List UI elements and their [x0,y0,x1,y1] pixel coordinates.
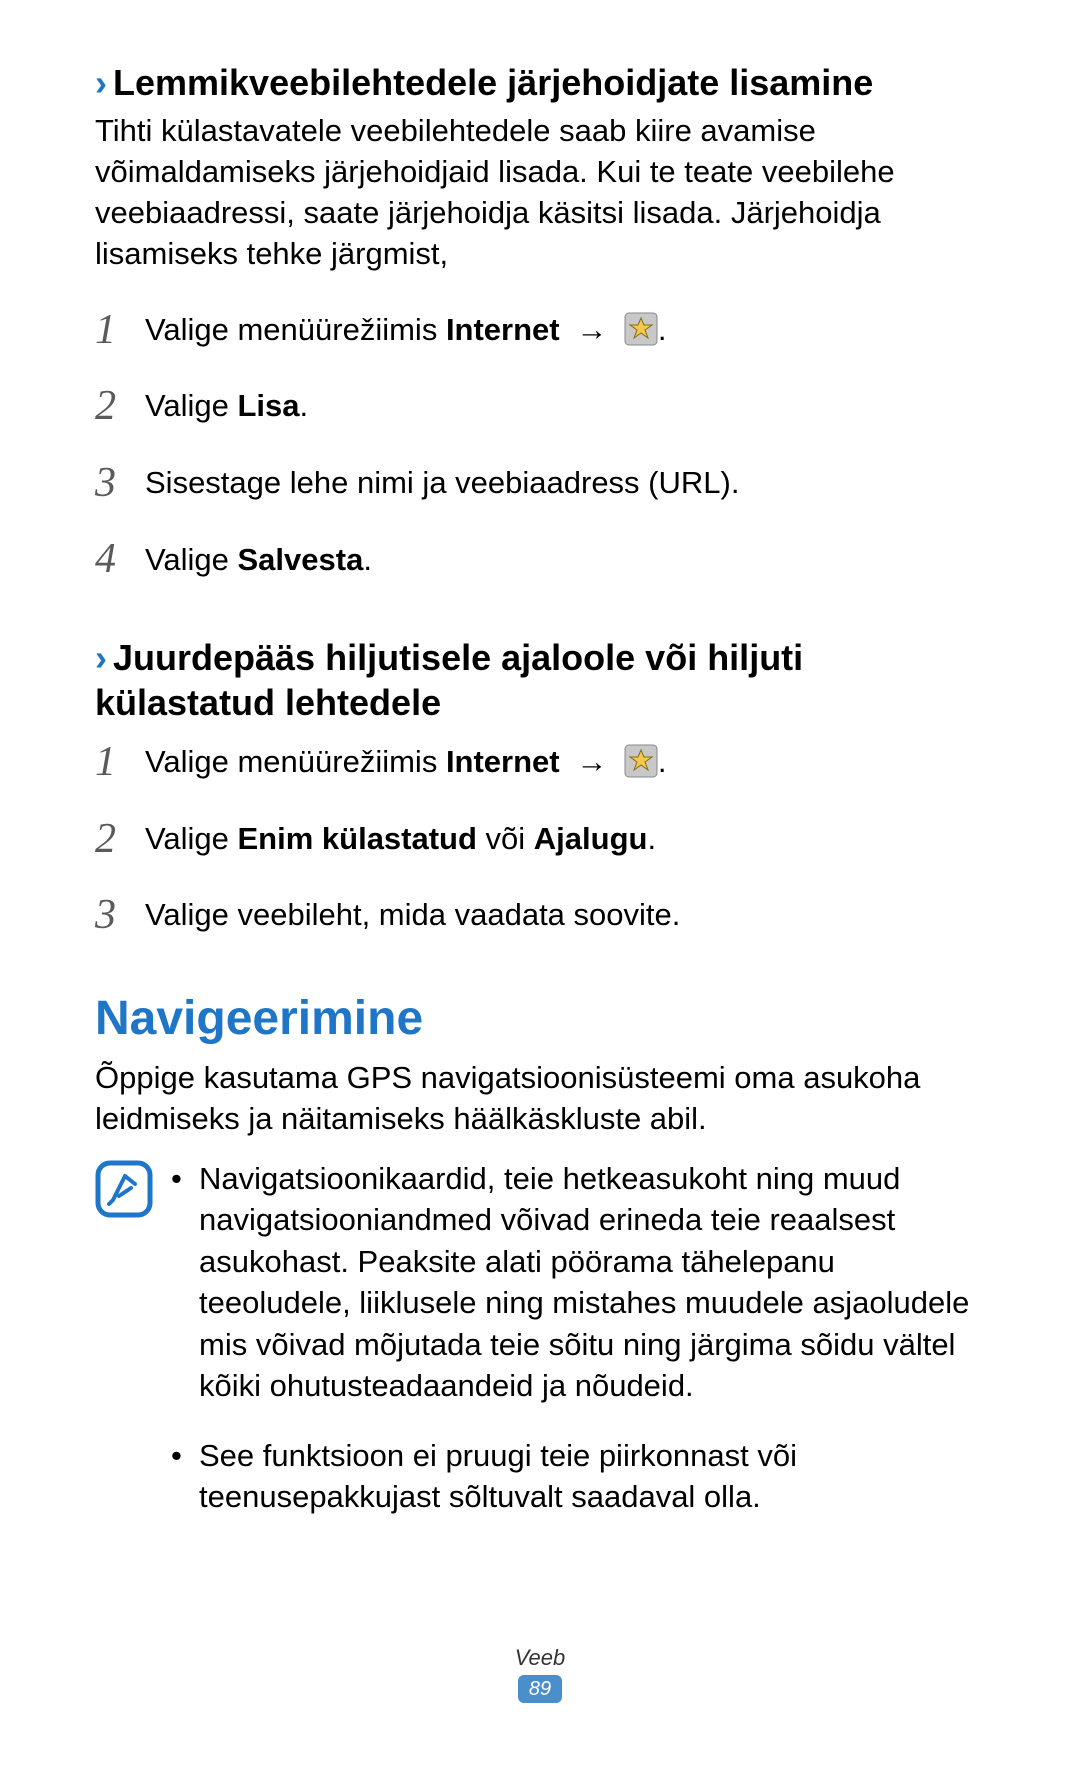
section1-heading-text: Lemmikveebilehtedele järjehoidjate lisam… [113,62,873,103]
step-number: 1 [95,303,145,358]
section1-body: Tihti külastavatele veebilehtedele saab … [95,111,985,275]
step-prefix: Valige [145,388,238,423]
step-suffix: . [658,744,667,779]
step-item: 1 Valige menüürežiimis Internet → . [95,735,985,790]
step-number: 4 [95,532,145,587]
step-bold: Internet [446,312,560,347]
step-text: Valige Salvesta. [145,540,985,580]
step-prefix: Valige [145,542,238,577]
step-number: 2 [95,812,145,867]
star-icon [624,312,658,346]
step-number: 2 [95,379,145,434]
step-prefix: Valige menüürežiimis [145,312,446,347]
section2-steps: 1 Valige menüürežiimis Internet → . 2 Va… [95,735,985,943]
arrow-icon: → [568,312,616,347]
step-text: Valige Enim külastatud või Ajalugu. [145,819,985,859]
step-text: Valige veebileht, mida vaadata soovite. [145,895,985,935]
step-suffix: . [300,388,309,423]
section1-steps: 1 Valige menüürežiimis Internet → . 2 Va… [95,303,985,587]
step-text: Valige menüürežiimis Internet → . [145,742,985,782]
step-text: Sisestage lehe nimi ja veebiaadress (URL… [145,463,985,503]
step-bold: Lisa [238,388,300,423]
step-number: 3 [95,456,145,511]
step-bold: Salvesta [238,542,364,577]
step-bold: Enim külastatud [238,821,477,856]
section2-heading-text: Juurdepääs hiljutisele ajaloole või hilj… [95,637,803,723]
chevron-icon: › [95,62,107,103]
note-list: Navigatsioonikaardid, teie hetkeasukoht … [169,1158,985,1546]
footer-label: Veeb [0,1645,1080,1671]
section1-heading: ›Lemmikveebilehtedele järjehoidjate lisa… [95,60,985,105]
step-item: 3 Valige veebileht, mida vaadata soovite… [95,888,985,943]
note-block: Navigatsioonikaardid, teie hetkeasukoht … [95,1158,985,1546]
step-item: 2 Valige Enim külastatud või Ajalugu. [95,812,985,867]
note-item: See funktsioon ei pruugi teie piirkonnas… [169,1435,985,1518]
step-prefix: Valige menüürežiimis [145,744,446,779]
step-bold: Ajalugu [534,821,648,856]
footer: Veeb 89 [0,1645,1080,1703]
step-suffix: . [658,312,667,347]
step-mid: või [477,821,534,856]
step-item: 1 Valige menüürežiimis Internet → . [95,303,985,358]
step-number: 3 [95,888,145,943]
step-item: 3 Sisestage lehe nimi ja veebiaadress (U… [95,456,985,511]
step-text: Valige Lisa. [145,386,985,426]
step-suffix: . [363,542,372,577]
step-suffix: . [647,821,656,856]
nav-heading: Navigeerimine [95,991,985,1046]
step-item: 2 Valige Lisa. [95,379,985,434]
arrow-icon: → [568,744,616,779]
page-content: ›Lemmikveebilehtedele järjehoidjate lisa… [0,0,1080,1546]
page-number-badge: 89 [518,1675,562,1703]
note-icon [95,1160,153,1218]
chevron-icon: › [95,637,107,678]
star-icon [624,744,658,778]
step-prefix: Valige [145,821,238,856]
nav-body: Õppige kasutama GPS navigatsioonisüsteem… [95,1058,985,1140]
step-bold: Internet [446,744,560,779]
step-text: Valige menüürežiimis Internet → . [145,310,985,350]
note-item: Navigatsioonikaardid, teie hetkeasukoht … [169,1158,985,1407]
step-number: 1 [95,735,145,790]
section2-heading: ›Juurdepääs hiljutisele ajaloole või hil… [95,635,985,725]
section2-heading-inner: Juurdepääs hiljutisele ajaloole või hilj… [95,637,803,723]
step-item: 4 Valige Salvesta. [95,532,985,587]
